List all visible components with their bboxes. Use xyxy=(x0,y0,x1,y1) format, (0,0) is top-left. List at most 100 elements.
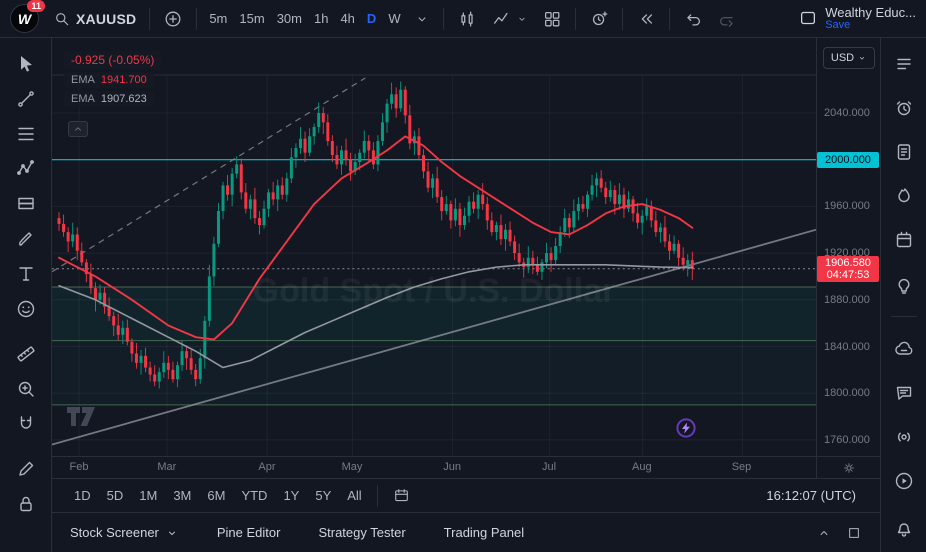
hotlists-button[interactable] xyxy=(890,184,918,208)
currency-label: USD xyxy=(831,52,854,64)
restore-panel-button[interactable] xyxy=(846,525,862,541)
help-button[interactable] xyxy=(890,469,918,493)
axis-settings-corner[interactable] xyxy=(816,457,880,478)
chart-style-button[interactable] xyxy=(485,5,534,33)
text-tool-button[interactable] xyxy=(9,260,43,288)
date-range-toolbar: 1D 5D 1M 3M 6M YTD 1Y 5Y All 16:12:07 (U… xyxy=(52,478,880,512)
symbol-search-button[interactable]: XAUUSD xyxy=(47,6,142,32)
price-tick: 2040.000 xyxy=(824,106,870,120)
price-tick: 1840.000 xyxy=(824,340,870,354)
timeframe-button-30m[interactable]: 30m xyxy=(272,7,307,30)
stock-screener-label: Stock Screener xyxy=(70,525,159,540)
save-layout-button[interactable]: Save xyxy=(825,19,916,32)
trend-line-tool-button[interactable] xyxy=(9,85,43,113)
go-to-date-button[interactable] xyxy=(387,484,416,507)
range-ytd-button[interactable]: YTD xyxy=(235,485,273,506)
time-tick: Apr xyxy=(253,461,281,473)
notifications-button[interactable] xyxy=(890,516,918,540)
divider xyxy=(149,8,150,30)
price-tick: 1800.000 xyxy=(824,386,870,400)
indicator-row[interactable]: EMA 1941.700 xyxy=(64,72,154,88)
public-chats-button[interactable] xyxy=(890,337,918,361)
range-1d-button[interactable]: 1D xyxy=(68,485,97,506)
timeframe-button-15m[interactable]: 15m xyxy=(234,7,269,30)
fib-retracement-tool-button[interactable] xyxy=(9,120,43,148)
private-chats-button[interactable] xyxy=(890,381,918,405)
ideas-button[interactable] xyxy=(890,272,918,296)
bar-replay-button[interactable] xyxy=(630,5,662,33)
collapse-legend-button[interactable] xyxy=(68,121,88,137)
zoom-tool-button[interactable] xyxy=(9,375,43,403)
timeframe-button-w[interactable]: W xyxy=(383,7,405,30)
search-icon xyxy=(53,10,71,28)
calendar-button[interactable] xyxy=(890,228,918,252)
timeframe-button-1h[interactable]: 1h xyxy=(309,7,333,30)
alerts-button[interactable] xyxy=(890,96,918,120)
forecast-tool-button[interactable] xyxy=(9,190,43,218)
strategy-tester-tab[interactable]: Strategy Tester xyxy=(318,525,405,540)
timeframe-button-5m[interactable]: 5m xyxy=(204,7,232,30)
create-alert-button[interactable] xyxy=(583,5,615,33)
timeframe-button-d[interactable]: D xyxy=(362,7,381,30)
chevron-up-icon xyxy=(816,525,832,541)
drawing-mode-button[interactable] xyxy=(9,455,43,483)
range-1m-button[interactable]: 1M xyxy=(133,485,163,506)
range-5y-button[interactable]: 5Y xyxy=(309,485,337,506)
undo-button[interactable] xyxy=(677,5,709,33)
emoji-tool-button[interactable] xyxy=(9,295,43,323)
lock-drawings-button[interactable] xyxy=(9,490,43,518)
session-clock[interactable]: 16:12:07 (UTC) xyxy=(760,485,870,506)
chart-type-candles-button[interactable] xyxy=(451,5,483,33)
notification-badge: 11 xyxy=(27,0,45,12)
watchlist-button[interactable] xyxy=(890,52,918,76)
time-scale[interactable]: FebMarAprMayJunJulAugSep xyxy=(52,457,816,478)
compare-add-button[interactable] xyxy=(157,5,189,33)
news-button[interactable] xyxy=(890,140,918,164)
timeframe-button-4h[interactable]: 4h xyxy=(335,7,359,30)
brush-tool-button[interactable] xyxy=(9,225,43,253)
range-6m-button[interactable]: 6M xyxy=(201,485,231,506)
trend-line-icon xyxy=(15,88,37,110)
measure-tool-button[interactable] xyxy=(9,340,43,368)
event-marker-icon[interactable] xyxy=(676,418,696,443)
layout-grid-button[interactable] xyxy=(536,5,568,33)
app-logo[interactable]: W 11 xyxy=(10,4,39,33)
layout-title[interactable]: Wealthy Educ... xyxy=(825,6,916,19)
indicator-row[interactable]: EMA 1907.623 xyxy=(64,91,154,107)
time-tick: Jul xyxy=(535,461,563,473)
trading-panel-tab[interactable]: Trading Panel xyxy=(444,525,524,540)
magnet-tool-button[interactable] xyxy=(9,410,43,438)
time-tick: May xyxy=(338,461,366,473)
candlestick-chart[interactable] xyxy=(52,38,816,456)
range-3m-button[interactable]: 3M xyxy=(167,485,197,506)
gear-icon xyxy=(842,461,856,475)
stock-screener-tab[interactable]: Stock Screener xyxy=(70,525,179,540)
currency-selector[interactable]: USD xyxy=(823,47,875,69)
chevron-down-icon xyxy=(414,11,430,27)
layout-manager[interactable]: Wealthy Educ... Save xyxy=(798,6,916,32)
cursor-tool-button[interactable] xyxy=(9,50,43,78)
price-axis[interactable]: USD 2040.0002000.0001960.0001920.0001880… xyxy=(816,38,880,456)
drawing-toolbar xyxy=(0,38,52,552)
ruler-icon xyxy=(15,343,37,365)
range-5d-button[interactable]: 5D xyxy=(101,485,130,506)
range-all-button[interactable]: All xyxy=(341,485,367,506)
lock-icon xyxy=(15,493,37,515)
expand-panel-button[interactable] xyxy=(816,525,832,541)
chevron-up-icon xyxy=(73,124,83,134)
grid-layout-icon xyxy=(542,9,562,29)
redo-button[interactable] xyxy=(711,5,743,33)
chart-canvas[interactable]: Gold Spot / U.S. Dollar -0.925 (-0.05%) … xyxy=(52,38,816,456)
xabcd-pattern-icon xyxy=(15,158,37,180)
top-toolbar: W 11 XAUUSD 5m 15m 30m 1h 4h D W xyxy=(0,0,926,38)
chart-column: Gold Spot / U.S. Dollar -0.925 (-0.05%) … xyxy=(52,38,880,552)
tradingview-logo[interactable] xyxy=(66,406,96,432)
streams-button[interactable] xyxy=(890,425,918,449)
range-1y-button[interactable]: 1Y xyxy=(277,485,305,506)
pine-editor-tab[interactable]: Pine Editor xyxy=(217,525,281,540)
bottom-panel-bar: Stock Screener Pine Editor Strategy Test… xyxy=(52,512,880,552)
pattern-tool-button[interactable] xyxy=(9,155,43,183)
timeframe-menu-button[interactable] xyxy=(408,7,436,31)
divider xyxy=(377,485,378,507)
plus-circle-icon xyxy=(163,9,183,29)
